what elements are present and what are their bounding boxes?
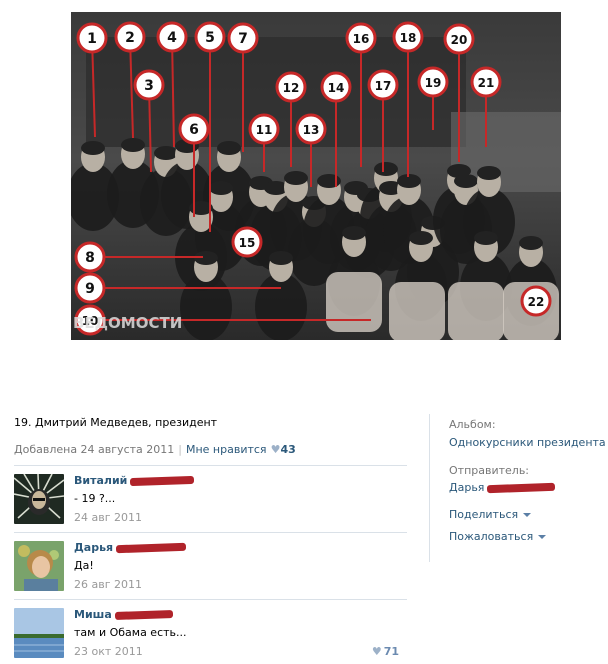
divider: [14, 465, 407, 466]
sidebar-divider: [429, 414, 430, 562]
heart-icon: ♥: [371, 645, 382, 658]
marker-number: 2: [125, 30, 135, 46]
marker-number: 16: [353, 32, 370, 46]
comment-date[interactable]: 26 авг 2011: [74, 578, 142, 591]
marker-number: 3: [144, 78, 154, 94]
redacted-surname: [487, 482, 556, 494]
marker-number: 6: [189, 122, 199, 138]
comment-text: - 19 ?...: [74, 492, 116, 505]
divider: [14, 599, 407, 600]
heart-icon[interactable]: ♥: [271, 443, 281, 456]
marker-number: 19: [425, 76, 442, 90]
sender-label: Отправитель:: [449, 464, 530, 477]
marker-number: 5: [205, 30, 215, 46]
redacted-surname: [116, 542, 187, 554]
comment-date[interactable]: 24 авг 2011: [74, 511, 142, 524]
marker-number: 18: [400, 31, 417, 45]
like-count: 43: [280, 443, 296, 456]
comment-item: Дарья Да! 26 авг 2011: [14, 541, 407, 601]
marker-number: 20: [451, 33, 468, 47]
redacted-surname: [114, 609, 173, 621]
avatar[interactable]: [14, 608, 64, 658]
photo-caption: 19. Дмитрий Медведев, президент: [14, 416, 218, 429]
added-date: Добавлена 24 августа 2011: [14, 443, 175, 456]
divider: [14, 532, 407, 533]
report-menu[interactable]: Пожаловаться: [449, 530, 547, 543]
comment-like-button[interactable]: ♥ 71: [372, 645, 399, 658]
album-link[interactable]: Однокурсники президента: [449, 436, 606, 449]
like-link[interactable]: Мне нравится: [186, 443, 267, 456]
meta-separator: |: [178, 443, 182, 456]
comment-date[interactable]: 23 окт 2011: [74, 645, 143, 658]
chevron-down-icon: [538, 535, 547, 539]
comment-item: Миша там и Обама есть... 23 окт 2011 ♥ 71: [14, 608, 407, 664]
marker-number: 9: [85, 281, 95, 297]
share-menu[interactable]: Поделиться: [449, 508, 532, 521]
sender-link[interactable]: Дарья: [449, 481, 556, 494]
marker-number: 15: [239, 236, 256, 250]
photo-meta: Добавлена 24 августа 2011 | Мне нравится ♥4…: [14, 443, 296, 456]
marker-number: 12: [283, 81, 300, 95]
comment-author[interactable]: Миша: [74, 608, 173, 621]
avatar[interactable]: [14, 474, 64, 524]
avatar[interactable]: [14, 541, 64, 591]
marker-number: 11: [256, 123, 273, 137]
comment-author[interactable]: Дарья: [74, 541, 187, 554]
marker-number: 7: [238, 31, 248, 47]
comment-author[interactable]: Виталий: [74, 474, 195, 487]
redacted-surname: [130, 475, 195, 487]
marker-number: 13: [303, 123, 320, 137]
comment-item: Виталий - 19 ?... 24 авг 2011: [14, 474, 407, 534]
comment-like-count: 71: [383, 645, 399, 658]
marker-number: 22: [528, 295, 545, 309]
marker-number: 21: [478, 76, 495, 90]
marker-number: 14: [328, 81, 345, 95]
photo-image: 1 234 5678910111213141516171819202122 ВЕДО…: [71, 12, 561, 340]
marker-number: 8: [85, 250, 95, 266]
chevron-down-icon: [523, 513, 532, 517]
marker-number: 4: [167, 30, 177, 46]
album-label: Альбом:: [449, 418, 496, 431]
photo[interactable]: 1 2 3 4 5 6 7 8 9 10 11 12 13 14 15 16 17 18 19 20 21 22 ВЕДО…: [71, 12, 561, 340]
comment-text: Да!: [74, 559, 94, 572]
watermark: ВЕДОМОСТИ: [73, 314, 182, 332]
marker-number: 17: [375, 79, 392, 93]
marker-number: 1: [87, 31, 97, 47]
comment-text: там и Обама есть...: [74, 626, 187, 639]
